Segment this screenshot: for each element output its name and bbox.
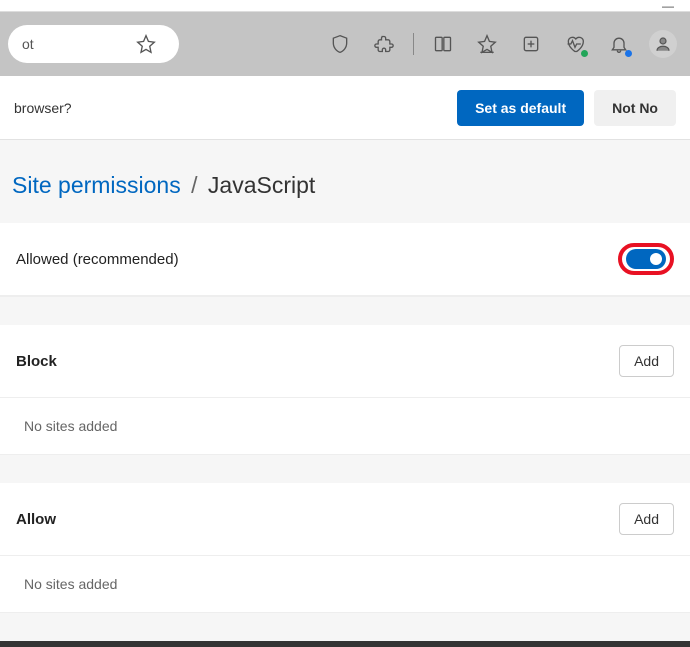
- minimize-button[interactable]: —: [662, 0, 674, 13]
- notifications-icon[interactable]: [600, 25, 638, 63]
- allow-empty-text: No sites added: [0, 556, 690, 612]
- default-browser-prompt: browser? Set as default Not No: [0, 76, 690, 140]
- prompt-question: browser?: [14, 100, 72, 116]
- javascript-allowed-toggle[interactable]: [626, 249, 666, 269]
- allow-label: Allow: [16, 511, 56, 528]
- shield-icon[interactable]: [321, 25, 359, 63]
- block-section: Block Add No sites added: [0, 325, 690, 455]
- window-titlebar: —: [0, 0, 690, 12]
- block-label: Block: [16, 353, 57, 370]
- health-icon[interactable]: [556, 25, 594, 63]
- set-as-default-button[interactable]: Set as default: [457, 90, 584, 126]
- prompt-actions: Set as default Not No: [457, 90, 676, 126]
- favorite-star-icon[interactable]: [127, 25, 165, 63]
- allow-section: Allow Add No sites added: [0, 483, 690, 613]
- breadcrumb-separator: /: [191, 172, 197, 198]
- not-now-button[interactable]: Not No: [594, 90, 676, 126]
- allowed-section: Allowed (recommended): [0, 223, 690, 297]
- notification-badge-icon: [625, 50, 632, 57]
- block-add-button[interactable]: Add: [619, 345, 674, 377]
- allowed-label: Allowed (recommended): [16, 251, 179, 268]
- favorites-icon[interactable]: [468, 25, 506, 63]
- profile-avatar[interactable]: [644, 25, 682, 63]
- breadcrumb: Site permissions / JavaScript: [0, 172, 690, 223]
- avatar-icon: [649, 30, 677, 58]
- bottom-border: [0, 641, 690, 647]
- status-dot-icon: [581, 50, 588, 57]
- extensions-icon[interactable]: [365, 25, 403, 63]
- toolbar-separator: [413, 33, 414, 55]
- block-empty-text: No sites added: [0, 398, 690, 454]
- page-content: Site permissions / JavaScript Allowed (r…: [0, 140, 690, 647]
- address-bar[interactable]: ot: [8, 25, 179, 63]
- toggle-knob-icon: [650, 253, 662, 265]
- allow-add-button[interactable]: Add: [619, 503, 674, 535]
- collections-icon[interactable]: [512, 25, 550, 63]
- split-screen-icon[interactable]: [424, 25, 462, 63]
- url-fragment: ot: [22, 36, 34, 52]
- toolbar-icons: [321, 25, 682, 63]
- breadcrumb-current: JavaScript: [208, 172, 315, 198]
- browser-toolbar: ot: [0, 12, 690, 76]
- highlight-annotation: [618, 243, 674, 275]
- breadcrumb-parent-link[interactable]: Site permissions: [12, 172, 181, 198]
